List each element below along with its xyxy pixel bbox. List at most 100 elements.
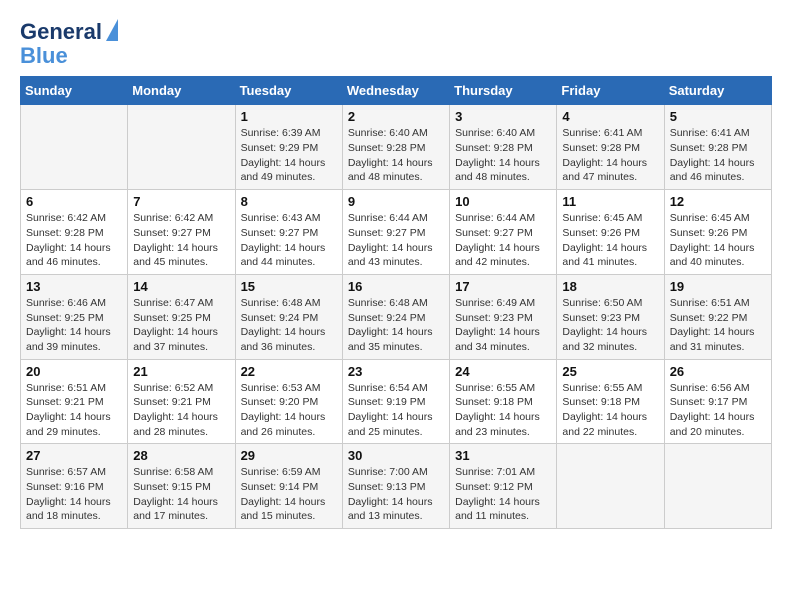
day-info-line: Daylight: 14 hours and 13 minutes.	[348, 495, 444, 524]
day-info-line: Sunset: 9:15 PM	[133, 480, 229, 495]
day-info-line: Sunrise: 6:55 AM	[562, 381, 658, 396]
day-number: 31	[455, 448, 551, 463]
day-number: 26	[670, 364, 766, 379]
day-info-line: Sunrise: 6:58 AM	[133, 465, 229, 480]
day-info-line: Sunrise: 7:01 AM	[455, 465, 551, 480]
calendar-cell: 24Sunrise: 6:55 AMSunset: 9:18 PMDayligh…	[450, 359, 557, 444]
day-info-line: Daylight: 14 hours and 26 minutes.	[241, 410, 337, 439]
day-info-line: Sunset: 9:29 PM	[241, 141, 337, 156]
day-number: 21	[133, 364, 229, 379]
day-number: 19	[670, 279, 766, 294]
day-info-line: Daylight: 14 hours and 39 minutes.	[26, 325, 122, 354]
day-number: 13	[26, 279, 122, 294]
day-info-line: Sunset: 9:13 PM	[348, 480, 444, 495]
day-number: 27	[26, 448, 122, 463]
calendar-cell: 19Sunrise: 6:51 AMSunset: 9:22 PMDayligh…	[664, 274, 771, 359]
day-info-line: Sunrise: 6:43 AM	[241, 211, 337, 226]
day-info-line: Sunrise: 6:48 AM	[348, 296, 444, 311]
day-number: 1	[241, 109, 337, 124]
calendar-cell: 5Sunrise: 6:41 AMSunset: 9:28 PMDaylight…	[664, 105, 771, 190]
day-info-line: Sunset: 9:28 PM	[26, 226, 122, 241]
day-info-line: Sunset: 9:28 PM	[562, 141, 658, 156]
day-info-line: Daylight: 14 hours and 44 minutes.	[241, 241, 337, 270]
day-info-line: Sunrise: 6:46 AM	[26, 296, 122, 311]
day-info-line: Sunset: 9:28 PM	[348, 141, 444, 156]
weekday-header-thursday: Thursday	[450, 77, 557, 105]
calendar-cell	[664, 444, 771, 529]
day-number: 14	[133, 279, 229, 294]
day-info-line: Sunset: 9:22 PM	[670, 311, 766, 326]
day-info-line: Daylight: 14 hours and 42 minutes.	[455, 241, 551, 270]
calendar-cell: 6Sunrise: 6:42 AMSunset: 9:28 PMDaylight…	[21, 190, 128, 275]
calendar-cell: 20Sunrise: 6:51 AMSunset: 9:21 PMDayligh…	[21, 359, 128, 444]
day-info-line: Daylight: 14 hours and 15 minutes.	[241, 495, 337, 524]
calendar-cell: 26Sunrise: 6:56 AMSunset: 9:17 PMDayligh…	[664, 359, 771, 444]
day-number: 8	[241, 194, 337, 209]
calendar-cell: 3Sunrise: 6:40 AMSunset: 9:28 PMDaylight…	[450, 105, 557, 190]
day-number: 18	[562, 279, 658, 294]
day-info-line: Sunset: 9:18 PM	[562, 395, 658, 410]
day-info-line: Sunrise: 6:51 AM	[670, 296, 766, 311]
day-number: 4	[562, 109, 658, 124]
day-info-line: Sunset: 9:25 PM	[133, 311, 229, 326]
day-info-line: Daylight: 14 hours and 28 minutes.	[133, 410, 229, 439]
weekday-header-wednesday: Wednesday	[342, 77, 449, 105]
day-info-line: Sunrise: 6:41 AM	[670, 126, 766, 141]
day-info-line: Daylight: 14 hours and 22 minutes.	[562, 410, 658, 439]
day-info-line: Sunset: 9:27 PM	[133, 226, 229, 241]
weekday-header-tuesday: Tuesday	[235, 77, 342, 105]
calendar-body: 1Sunrise: 6:39 AMSunset: 9:29 PMDaylight…	[21, 105, 772, 529]
calendar-cell: 18Sunrise: 6:50 AMSunset: 9:23 PMDayligh…	[557, 274, 664, 359]
day-info-line: Daylight: 14 hours and 48 minutes.	[348, 156, 444, 185]
weekday-header-saturday: Saturday	[664, 77, 771, 105]
day-info-line: Sunrise: 6:42 AM	[133, 211, 229, 226]
day-info-line: Daylight: 14 hours and 34 minutes.	[455, 325, 551, 354]
day-info-line: Sunset: 9:26 PM	[670, 226, 766, 241]
day-info-line: Daylight: 14 hours and 25 minutes.	[348, 410, 444, 439]
day-number: 3	[455, 109, 551, 124]
day-info-line: Sunset: 9:25 PM	[26, 311, 122, 326]
day-info-line: Daylight: 14 hours and 49 minutes.	[241, 156, 337, 185]
day-info-line: Sunset: 9:26 PM	[562, 226, 658, 241]
day-number: 15	[241, 279, 337, 294]
calendar-cell: 13 Sunrise: 6:46 AMSunset: 9:25 PMDayligh…	[21, 274, 128, 359]
day-info-line: Sunset: 9:27 PM	[241, 226, 337, 241]
day-info-line: Daylight: 14 hours and 36 minutes.	[241, 325, 337, 354]
day-info-line: Sunset: 9:24 PM	[241, 311, 337, 326]
day-info-line: Daylight: 14 hours and 46 minutes.	[26, 241, 122, 270]
day-info-line: Sunset: 9:17 PM	[670, 395, 766, 410]
day-info-line: Daylight: 14 hours and 20 minutes.	[670, 410, 766, 439]
logo-text: General	[20, 20, 102, 44]
day-info-line: Sunset: 9:23 PM	[455, 311, 551, 326]
day-info-line: Sunrise: 6:57 AM	[26, 465, 122, 480]
day-info-line: Sunrise: 6:49 AM	[455, 296, 551, 311]
day-info-line: Sunset: 9:14 PM	[241, 480, 337, 495]
day-info-line: Daylight: 14 hours and 48 minutes.	[455, 156, 551, 185]
calendar-cell: 25Sunrise: 6:55 AMSunset: 9:18 PMDayligh…	[557, 359, 664, 444]
day-info-line: Daylight: 14 hours and 37 minutes.	[133, 325, 229, 354]
calendar-cell: 27Sunrise: 6:57 AMSunset: 9:16 PMDayligh…	[21, 444, 128, 529]
day-info-line: Sunrise: 6:42 AM	[26, 211, 122, 226]
day-info-line: Sunrise: 6:59 AM	[241, 465, 337, 480]
day-number: 9	[348, 194, 444, 209]
day-info-line: Sunrise: 6:54 AM	[348, 381, 444, 396]
day-info-line: Sunset: 9:21 PM	[26, 395, 122, 410]
calendar-cell	[557, 444, 664, 529]
day-info-line: Daylight: 14 hours and 41 minutes.	[562, 241, 658, 270]
calendar-header: SundayMondayTuesdayWednesdayThursdayFrid…	[21, 77, 772, 105]
calendar-cell: 14Sunrise: 6:47 AMSunset: 9:25 PMDayligh…	[128, 274, 235, 359]
day-info-line: Sunrise: 6:39 AM	[241, 126, 337, 141]
calendar-week-row: 13Sunrise: 6:46 AMSunset: 9:25 PMDayligh…	[21, 274, 772, 359]
calendar-cell: 10Sunrise: 6:44 AMSunset: 9:27 PMDayligh…	[450, 190, 557, 275]
day-info-line: Sunset: 9:21 PM	[133, 395, 229, 410]
day-info-line: Daylight: 14 hours and 11 minutes.	[455, 495, 551, 524]
calendar-week-row: 6Sunrise: 6:42 AMSunset: 9:28 PMDaylight…	[21, 190, 772, 275]
weekday-header-friday: Friday	[557, 77, 664, 105]
calendar-cell: 29Sunrise: 6:59 AMSunset: 9:14 PMDayligh…	[235, 444, 342, 529]
day-info-line: Daylight: 14 hours and 46 minutes.	[670, 156, 766, 185]
day-info-line: Sunset: 9:16 PM	[26, 480, 122, 495]
calendar-cell: 23Sunrise: 6:54 AMSunset: 9:19 PMDayligh…	[342, 359, 449, 444]
day-info-line: Sunset: 9:18 PM	[455, 395, 551, 410]
weekday-header-row: SundayMondayTuesdayWednesdayThursdayFrid…	[21, 77, 772, 105]
day-info-line: Daylight: 14 hours and 35 minutes.	[348, 325, 444, 354]
